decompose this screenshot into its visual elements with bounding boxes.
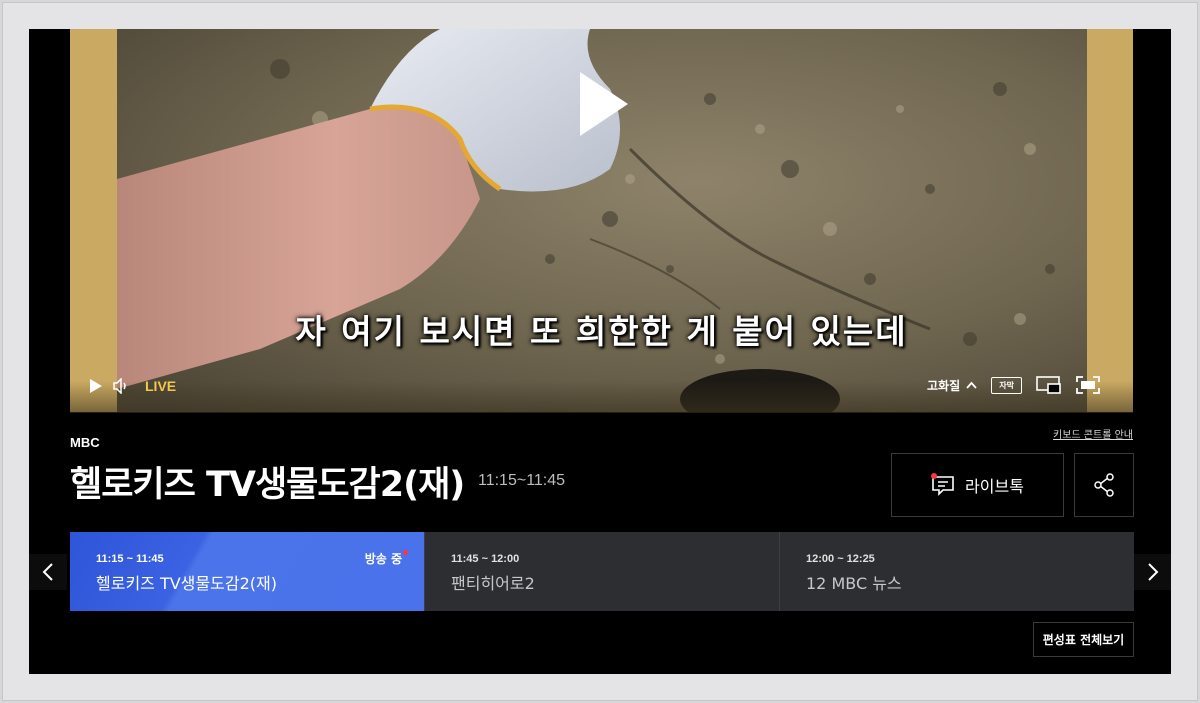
schedule-item-title: 12 MBC 뉴스 (806, 574, 902, 593)
volume-icon[interactable] (113, 378, 129, 394)
play-icon[interactable] (89, 378, 103, 394)
schedule-next-button[interactable] (1134, 554, 1171, 590)
player-controls-left: LIVE (89, 375, 176, 397)
channel-logo-text: MBC (70, 435, 100, 449)
schedule-item-title: 헬로키즈 TV생물도감2(재) (96, 574, 277, 593)
chevron-right-icon (1148, 563, 1159, 581)
chevron-up-icon (966, 381, 977, 389)
channel-logo: MBC (70, 434, 110, 450)
full-schedule-button[interactable]: 편성표 전체보기 (1033, 622, 1134, 657)
caption-icon[interactable]: 자막 (991, 376, 1023, 394)
schedule-prev-button[interactable] (29, 554, 67, 590)
schedule-item-time: 11:45 ~ 12:00 (451, 553, 520, 565)
quality-label: 고화질 (927, 378, 961, 393)
quality-selector[interactable]: 고화질 (927, 377, 977, 394)
pip-icon[interactable] (1036, 376, 1062, 394)
chevron-left-icon (42, 563, 53, 581)
program-title: 헬로키즈 TV생물도감2(재) (70, 465, 465, 505)
schedule-item-current[interactable]: 11:15 ~ 11:45 헬로키즈 TV생물도감2(재) 방송 중 (70, 532, 425, 611)
live-player-page: 자 여기 보시면 또 희한한 게 붙어 있는데 LIVE 고화질 자막 MBC … (29, 29, 1171, 674)
share-icon (1094, 473, 1114, 497)
program-time: 11:15~11:45 (478, 472, 566, 489)
livetalk-button[interactable]: 라이브톡 (891, 453, 1064, 517)
schedule-strip: 11:15 ~ 11:45 헬로키즈 TV생물도감2(재) 방송 중 11:45… (29, 532, 1171, 611)
schedule-item[interactable]: 12:00 ~ 12:25 12 MBC 뉴스 (780, 532, 1134, 611)
play-icon[interactable] (576, 69, 630, 139)
share-button[interactable] (1074, 453, 1134, 517)
schedule-item-title: 팬티히어로2 (451, 574, 535, 593)
onair-badge: 방송 중 (364, 552, 402, 566)
live-label: LIVE (145, 378, 177, 394)
chat-icon (931, 473, 955, 497)
schedule-item[interactable]: 11:45 ~ 12:00 팬티히어로2 (425, 532, 780, 611)
player-controls-right: 고화질 자막 (927, 374, 1101, 396)
livetalk-label: 라이브톡 (965, 477, 1024, 496)
keyboard-guide-link[interactable]: 키보드 콘트롤 안내 (1053, 426, 1133, 441)
schedule-item-time: 12:00 ~ 12:25 (806, 553, 875, 565)
fullscreen-icon[interactable] (1076, 376, 1101, 394)
schedule-list: 11:15 ~ 11:45 헬로키즈 TV생물도감2(재) 방송 중 11:45… (70, 532, 1134, 611)
caption-button-label: 자막 (999, 380, 1014, 390)
onair-dot (403, 550, 408, 555)
